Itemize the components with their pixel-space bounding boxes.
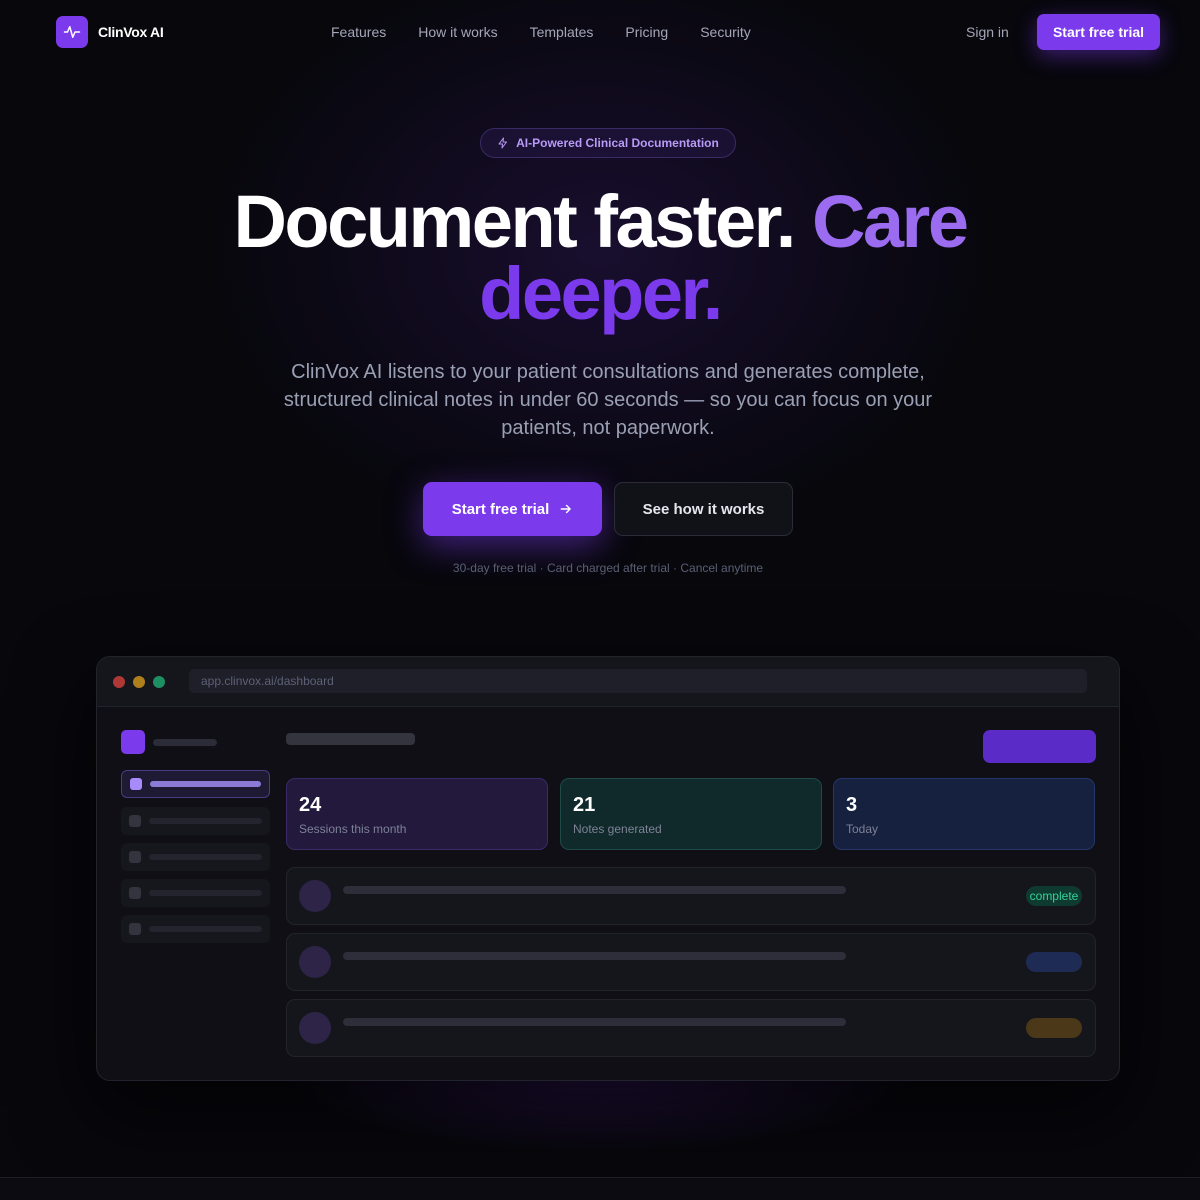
dashboard-mockup: app.clinvox.ai/dashboard 24 Sessions thi… xyxy=(96,656,1120,1081)
stat-card-today: 3 Today xyxy=(833,778,1095,850)
maximize-dot xyxy=(153,676,165,688)
mock-sidebar-logo xyxy=(121,730,145,754)
mock-sidebar-brand-placeholder xyxy=(153,739,217,746)
status-badge: complete xyxy=(1026,886,1082,906)
row-text-placeholder xyxy=(343,1018,846,1026)
hero-headline: Document faster. Care deeper. xyxy=(0,185,1200,331)
mock-sidebar-item xyxy=(121,915,270,943)
nav-link-features[interactable]: Features xyxy=(331,24,386,40)
headline-part-3: deeper. xyxy=(479,252,723,335)
hero-badge-label: AI-Powered Clinical Documentation xyxy=(516,136,719,150)
nav-link-security[interactable]: Security xyxy=(700,24,751,40)
footer-edge xyxy=(0,1178,1200,1200)
nav-link-how-it-works[interactable]: How it works xyxy=(418,24,497,40)
session-row xyxy=(286,999,1096,1057)
headline-part-2: Care xyxy=(811,180,969,263)
status-badge xyxy=(1026,952,1082,972)
stat-card-notes: 21 Notes generated xyxy=(560,778,822,850)
headline-part-1: Document faster. xyxy=(233,180,796,263)
mock-sidebar-item xyxy=(121,807,270,835)
stat-card-sessions: 24 Sessions this month xyxy=(286,778,548,850)
mock-page-title-placeholder xyxy=(286,733,415,745)
pulse-icon xyxy=(63,26,81,38)
stat-value: 3 xyxy=(846,794,858,816)
see-how-it-works-button[interactable]: See how it works xyxy=(614,482,793,536)
top-nav: ClinVox AI Features How it works Templat… xyxy=(0,0,1200,64)
row-text-placeholder xyxy=(343,952,846,960)
hero-start-trial-button[interactable]: Start free trial xyxy=(423,482,602,536)
minimize-dot xyxy=(133,676,145,688)
stat-value: 21 xyxy=(573,794,596,816)
hero-start-trial-label: Start free trial xyxy=(451,500,550,518)
session-row xyxy=(286,933,1096,991)
status-badge xyxy=(1026,1018,1082,1038)
avatar xyxy=(299,1012,331,1044)
sparkle-icon xyxy=(498,137,508,149)
stat-value: 24 xyxy=(299,794,322,816)
nav-link-templates[interactable]: Templates xyxy=(530,24,594,40)
brand-name[interactable]: ClinVox AI xyxy=(98,24,164,40)
mock-sidebar-item xyxy=(121,879,270,907)
nav-link-pricing[interactable]: Pricing xyxy=(625,24,668,40)
nav-start-trial-button[interactable]: Start free trial xyxy=(1037,14,1160,50)
browser-chrome: app.clinvox.ai/dashboard xyxy=(97,657,1119,707)
avatar xyxy=(299,946,331,978)
trial-fineprint: 30-day free trial · Card charged after t… xyxy=(452,561,764,575)
stat-label: Sessions this month xyxy=(299,822,407,836)
avatar xyxy=(299,880,331,912)
mock-primary-button xyxy=(983,730,1096,763)
logo-mark[interactable] xyxy=(56,16,88,48)
session-row: complete xyxy=(286,867,1096,925)
row-text-placeholder xyxy=(343,886,846,894)
sign-in-link[interactable]: Sign in xyxy=(966,24,1009,40)
hero-badge: AI-Powered Clinical Documentation xyxy=(480,128,736,158)
address-bar: app.clinvox.ai/dashboard xyxy=(189,669,1087,693)
nav-links: Features How it works Templates Pricing … xyxy=(331,24,751,40)
stat-label: Today xyxy=(846,822,879,836)
arrow-right-icon xyxy=(560,504,572,514)
stat-label: Notes generated xyxy=(573,822,662,836)
close-dot xyxy=(113,676,125,688)
mock-sidebar-item xyxy=(121,843,270,871)
mock-sidebar-item-active xyxy=(121,770,270,798)
hero-subheadline: ClinVox AI listens to your patient consu… xyxy=(283,361,933,439)
